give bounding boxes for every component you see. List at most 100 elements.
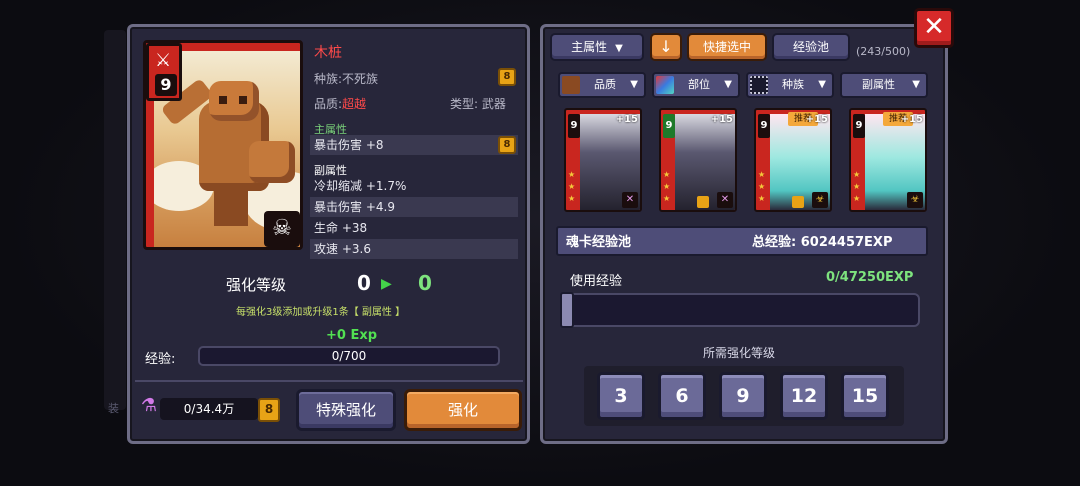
game-screen: { "left": { "card_level": "9", "name": "… — [0, 0, 1080, 486]
soul-card[interactable]: 9 +15 ★ ★ ★ ✕ — [659, 108, 737, 212]
card-level: 9 — [758, 114, 770, 138]
filter-substat[interactable]: 副属性 ▼ — [840, 72, 928, 98]
enhance-level-from: 0 — [357, 271, 371, 295]
lock-icon[interactable]: 8 — [498, 136, 516, 154]
enhance-button[interactable]: 强化 — [404, 389, 522, 431]
star-icon: ★ — [853, 194, 861, 203]
exp-progress-bar: 0/700 — [198, 346, 500, 366]
close-button[interactable]: ✕ — [914, 8, 954, 48]
star-icon: ★ — [758, 194, 766, 203]
sword-icon: ⚔ — [155, 50, 172, 71]
exp-label: 经验: — [145, 352, 176, 367]
quality-value: 超越 — [342, 97, 367, 111]
side-tab-label: 装 — [108, 402, 119, 415]
card-plus: +15 — [710, 114, 733, 125]
potion-icon: ⚗ — [140, 395, 158, 416]
down-arrow-icon: ↓ — [659, 37, 673, 56]
biohazard-icon: ☣ — [907, 192, 923, 208]
golem-head — [209, 81, 259, 121]
sub-stat-row: 生命 +38 — [314, 221, 368, 235]
card-art-frame: ⚔ 9 ☠ — [143, 40, 303, 250]
card-plus: +15 — [805, 114, 828, 125]
level-button-3[interactable]: 3 — [597, 372, 645, 420]
caret-down-icon: ▼ — [818, 79, 826, 90]
play-arrow-icon: ▶ — [381, 276, 392, 292]
golem-leg — [214, 186, 248, 226]
caret-down-icon: ▼ — [630, 79, 638, 90]
filter-quality[interactable]: 品质 ▼ — [558, 72, 646, 98]
golem-eye — [219, 96, 227, 104]
divider — [135, 380, 523, 382]
exp-slider-track[interactable] — [560, 293, 920, 327]
type-icon: ✕ — [622, 192, 638, 208]
sub-stat-row: 攻速 +3.6 — [310, 239, 518, 259]
star-icon: ★ — [568, 182, 576, 191]
level-button-6[interactable]: 6 — [658, 372, 706, 420]
pool-total-exp: 总经验: 6024457EXP — [752, 235, 893, 250]
biohazard-icon: ☣ — [812, 192, 828, 208]
card-type: 类型: 武器 — [450, 97, 506, 111]
soul-card[interactable]: 9 推荐 +15 ★ ★ ★ ☣ — [849, 108, 927, 212]
enhance-level-to: 0 — [418, 271, 432, 295]
soul-card[interactable]: 9 +15 ★ ★ ★ ✕ — [564, 108, 642, 212]
card-level: 9 — [568, 114, 580, 138]
soul-card[interactable]: 9 推荐 +15 ★ ★ ★ ☣ — [754, 108, 832, 212]
card-quality: 品质:超越 — [314, 97, 367, 111]
lock-icon — [697, 196, 709, 208]
lock-icon[interactable]: 8 — [258, 398, 280, 422]
star-icon: ★ — [568, 194, 576, 203]
use-exp-label: 使用经验 — [570, 274, 623, 289]
caret-down-icon: ▼ — [912, 79, 920, 90]
sub-stat-row: 冷却缩减 +1.7% — [314, 179, 407, 193]
level-button-15[interactable]: 15 — [841, 372, 889, 420]
required-level-label: 所需强化等级 — [703, 346, 776, 360]
golem-eye — [239, 96, 247, 104]
quick-select-button[interactable]: 快捷选中 — [687, 33, 767, 61]
level-button-9[interactable]: 9 — [719, 372, 767, 420]
pool-title: 魂卡经验池 — [566, 235, 632, 250]
star-icon: ★ — [758, 182, 766, 191]
card-level-badge: ⚔ 9 — [146, 43, 182, 101]
card-race: 种族:不死族 — [314, 72, 379, 86]
card-plus: +15 — [900, 114, 923, 125]
star-icon: ★ — [663, 170, 671, 179]
type-icon: ✕ — [717, 192, 733, 208]
filter-race[interactable]: 种族 ▼ — [746, 72, 834, 98]
sort-arrow-button[interactable]: ↓ — [650, 33, 682, 61]
star-icon: ★ — [758, 170, 766, 179]
race-icon — [750, 76, 768, 94]
card-count: (243/500) — [856, 45, 911, 58]
skull-icon: ☠ — [264, 211, 300, 247]
sub-stat-row: 暴击伤害 +4.9 — [310, 197, 518, 217]
card-level: 9 — [663, 114, 675, 138]
caret-down-icon: ▼ — [724, 79, 732, 90]
card-level: 9 — [155, 74, 177, 96]
star-icon: ★ — [853, 182, 861, 191]
filter-slot[interactable]: 部位 ▼ — [652, 72, 740, 98]
star-icon: ★ — [663, 194, 671, 203]
card-plus: +15 — [615, 114, 638, 125]
exp-slider-handle[interactable] — [560, 292, 574, 328]
star-icon: ★ — [568, 170, 576, 179]
main-stat-row: 暴击伤害 +8 — [310, 135, 518, 155]
card-level: 9 — [853, 114, 865, 138]
enhance-level-label: 强化等级 — [226, 276, 287, 294]
use-exp-value: 0/47250EXP — [826, 270, 914, 285]
close-icon: ✕ — [923, 12, 945, 42]
lock-icon[interactable]: 8 — [498, 68, 516, 86]
special-enhance-button[interactable]: 特殊强化 — [296, 389, 396, 431]
golem-fist — [249, 141, 295, 183]
exp-pool-button[interactable]: 经验池 — [772, 33, 850, 61]
side-tab-strip — [104, 30, 126, 410]
star-icon: ★ — [853, 170, 861, 179]
enhance-hint: 每强化3级添加或升级1条【 副属性 】 — [236, 307, 406, 318]
lock-icon — [792, 196, 804, 208]
main-attr-dropdown[interactable]: 主属性 ▼ — [550, 33, 644, 61]
caret-down-icon: ▼ — [615, 43, 623, 54]
slot-icon — [656, 76, 674, 94]
level-button-12[interactable]: 12 — [780, 372, 828, 420]
card-name: 木桩 — [314, 45, 342, 61]
book-icon — [562, 76, 580, 94]
potion-amount: 0/34.4万 — [160, 398, 258, 420]
exp-gain: +0 Exp — [326, 328, 378, 343]
